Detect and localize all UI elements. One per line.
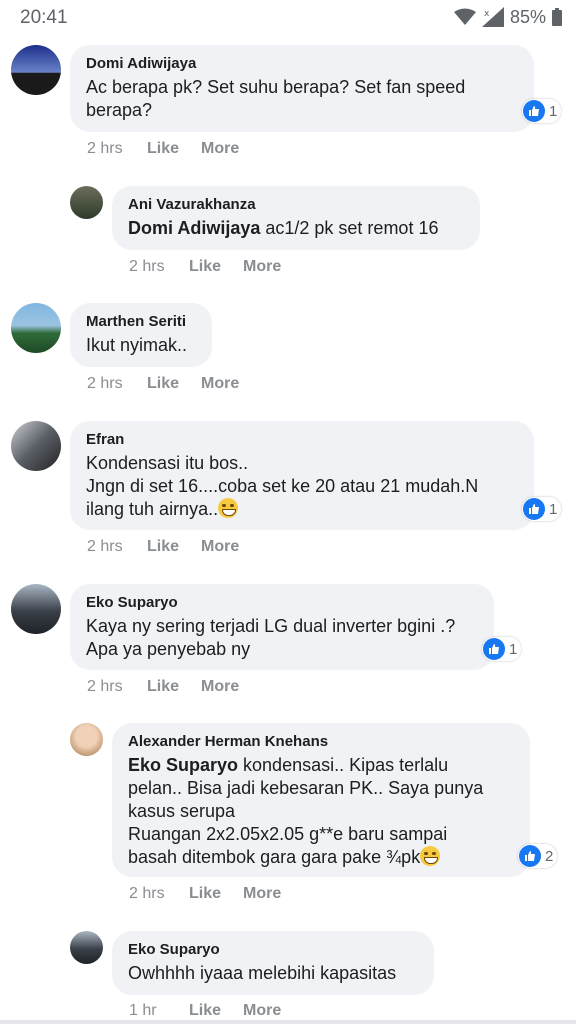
laughing-emoji-icon [420,846,441,866]
comment-bubble: Eko Suparyo Kaya ny sering terjadi LG du… [70,584,494,670]
more-button[interactable]: More [201,538,239,556]
comment-text: Kondensasi itu bos.. Jngn di set 16....c… [86,452,518,521]
status-bar: 20:41 x 85% [0,0,576,34]
like-button[interactable]: Like [189,1002,243,1020]
comment-actions: 1 hr Like More [129,1002,281,1020]
comment-bubble: Eko Suparyo Owhhhh iyaaa melebihi kapasi… [112,931,434,995]
comment-time[interactable]: 2 hrs [129,258,189,276]
reaction-number: 1 [509,640,518,658]
avatar[interactable] [70,931,103,964]
reaction-count[interactable]: 1 [482,637,522,661]
wifi-icon [453,8,476,25]
more-button[interactable]: More [243,1002,281,1020]
more-button[interactable]: More [201,140,239,158]
comment-time[interactable]: 2 hrs [87,375,147,393]
comment-text: Kaya ny sering terjadi LG dual inverter … [86,616,456,659]
avatar[interactable] [11,303,61,353]
signal-icon: x [481,7,504,27]
more-button[interactable]: More [243,258,281,276]
comment-bubble: Ani Vazurakhanza Domi Adiwijaya ac1/2 pk… [112,186,480,250]
avatar[interactable] [11,584,61,634]
comment-time[interactable]: 1 hr [129,1002,189,1020]
like-button[interactable]: Like [189,258,243,276]
comment-body: ac1/2 pk set remot 16 [260,218,439,238]
comment-text: Ikut nyimak.. [86,335,188,355]
reaction-number: 2 [545,847,554,865]
reaction-count[interactable]: 1 [522,99,562,123]
comment-text: Owhhhh iyaaa melebihi kapasitas [128,963,397,983]
like-reaction-icon [523,100,545,122]
like-reaction-icon [519,845,541,867]
comment-text: Eko Suparyo kondensasi.. Kipas terlalu p… [128,754,514,869]
comment-author[interactable]: Alexander Herman Knehans [128,732,514,752]
comment-time[interactable]: 2 hrs [87,678,147,696]
comment-actions: 2 hrs Like More [129,885,281,903]
comment-time[interactable]: 2 hrs [87,538,147,556]
avatar[interactable] [70,186,103,219]
more-button[interactable]: More [201,375,239,393]
like-button[interactable]: Like [147,678,201,696]
reaction-count[interactable]: 1 [522,497,562,521]
comment-author[interactable]: Domi Adiwijaya [86,54,518,74]
comment-author[interactable]: Efran [86,430,518,450]
comment-actions: 2 hrs Like More [129,258,281,276]
battery-icon [552,8,562,26]
comment-author[interactable]: Eko Suparyo [128,940,418,960]
mention-link[interactable]: Eko Suparyo [128,755,238,775]
bottom-divider [0,1020,576,1024]
comment-time[interactable]: 2 hrs [87,140,147,158]
comment-actions: 2 hrs Like More [87,140,239,158]
comment-actions: 2 hrs Like More [87,678,239,696]
like-reaction-icon [523,498,545,520]
comment-author[interactable]: Marthen Seriti [86,312,196,332]
avatar[interactable] [11,45,61,95]
status-icons: x 85% [453,6,562,28]
comment-author[interactable]: Eko Suparyo [86,593,478,613]
mention-link[interactable]: Domi Adiwijaya [128,218,260,238]
more-button[interactable]: More [243,885,281,903]
comment-actions: 2 hrs Like More [87,375,239,393]
comment-text: Domi Adiwijaya ac1/2 pk set remot 16 [128,217,464,240]
more-button[interactable]: More [201,678,239,696]
status-time: 20:41 [20,7,68,28]
comment-author[interactable]: Ani Vazurakhanza [128,195,464,215]
battery-percent: 85% [509,6,546,27]
avatar[interactable] [11,421,61,471]
like-button[interactable]: Like [147,538,201,556]
reaction-count[interactable]: 2 [518,844,558,868]
reaction-number: 1 [549,102,558,120]
reaction-number: 1 [549,500,558,518]
comment-bubble: Domi Adiwijaya Ac berapa pk? Set suhu be… [70,45,534,132]
svg-text:x: x [484,9,490,19]
like-button[interactable]: Like [147,375,201,393]
grinning-emoji-icon [218,498,239,518]
comment-bubble: Marthen Seriti Ikut nyimak.. [70,303,212,367]
comment-body: Kondensasi itu bos.. Jngn di set 16....c… [86,453,479,519]
comment-actions: 2 hrs Like More [87,538,239,556]
like-button[interactable]: Like [189,885,243,903]
comment-bubble: Alexander Herman Knehans Eko Suparyo kon… [112,723,530,877]
comment-bubble: Efran Kondensasi itu bos.. Jngn di set 1… [70,421,534,530]
comment-time[interactable]: 2 hrs [129,885,189,903]
like-button[interactable]: Like [147,140,201,158]
like-reaction-icon [483,638,505,660]
avatar[interactable] [70,723,103,756]
comment-text: Ac berapa pk? Set suhu berapa? Set fan s… [86,77,466,120]
